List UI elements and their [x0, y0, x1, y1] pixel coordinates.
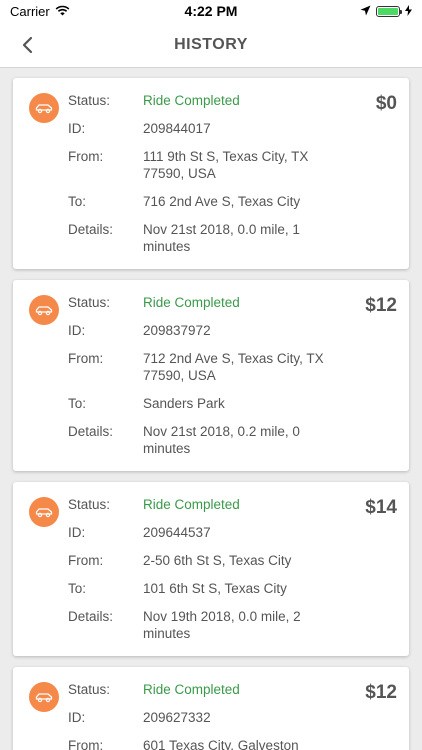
car-icon	[29, 93, 59, 123]
details-value: Nov 21st 2018, 0.0 mile, 1 minutes	[143, 222, 300, 254]
from-value: 601 Texas City, Galveston County	[143, 738, 299, 750]
page-title: HISTORY	[174, 35, 248, 53]
to-label: To:	[68, 194, 87, 209]
to-label: To:	[68, 396, 87, 411]
status-bar-left: Carrier	[10, 4, 70, 19]
status-label: Status:	[68, 295, 111, 310]
status-label: Status:	[68, 682, 111, 697]
status-bar-right	[360, 4, 412, 19]
status-bar: Carrier 4:22 PM	[0, 0, 422, 22]
to-value: 716 2nd Ave S, Texas City	[143, 194, 301, 209]
from-label: From:	[68, 738, 104, 750]
carrier-label: Carrier	[10, 3, 50, 19]
ride-card[interactable]: $12 Status: Ride Completed ID: 209837972 F…	[13, 280, 409, 471]
back-button[interactable]	[12, 30, 42, 60]
id-label: ID:	[68, 121, 86, 136]
ride-history-list[interactable]: $0 Status: Ride Completed ID: 209844017 Fr…	[0, 68, 422, 750]
details-value: Nov 21st 2018, 0.2 mile, 0 minutes	[143, 424, 300, 456]
ride-price: $12	[365, 682, 397, 703]
status-value: Ride Completed	[143, 682, 240, 697]
charging-bolt-icon	[405, 4, 412, 19]
ride-price: $12	[365, 295, 397, 316]
ride-card[interactable]: $0 Status: Ride Completed ID: 209844017 Fr…	[13, 78, 409, 269]
id-label: ID:	[68, 710, 86, 725]
to-value: Sanders Park	[143, 396, 225, 411]
details-label: Details:	[68, 424, 114, 439]
to-label: To:	[68, 581, 87, 596]
ride-price: $0	[375, 93, 397, 114]
from-value: 2-50 6th St S, Texas City	[143, 553, 292, 568]
from-label: From:	[68, 351, 104, 366]
chevron-left-icon	[22, 36, 33, 54]
id-label: ID:	[68, 323, 86, 338]
details-label: Details:	[68, 609, 114, 624]
status-value: Ride Completed	[143, 93, 240, 108]
location-arrow-icon	[360, 4, 371, 19]
car-icon	[29, 682, 59, 712]
from-value: 712 2nd Ave S, Texas City, TX 77590, USA	[143, 351, 324, 383]
from-label: From:	[68, 149, 104, 164]
to-value: 101 6th St S, Texas City	[143, 581, 287, 596]
battery-icon	[376, 5, 402, 17]
car-icon	[29, 295, 59, 325]
status-value: Ride Completed	[143, 497, 240, 512]
from-value: 111 9th St S, Texas City, TX 77590, USA	[143, 149, 309, 181]
car-icon	[29, 497, 59, 527]
wifi-icon	[55, 4, 70, 19]
nav-bar: HISTORY	[0, 22, 422, 68]
details-label: Details:	[68, 222, 114, 237]
ride-price: $14	[365, 497, 397, 518]
id-value: 209844017	[143, 121, 211, 136]
id-value: 209644537	[143, 525, 211, 540]
id-value: 209627332	[143, 710, 211, 725]
status-label: Status:	[68, 93, 111, 108]
ride-card[interactable]: $14 Status: Ride Completed ID: 209644537 F…	[13, 482, 409, 656]
details-value: Nov 19th 2018, 0.0 mile, 2 minutes	[143, 609, 301, 641]
from-label: From:	[68, 553, 104, 568]
status-label: Status:	[68, 497, 111, 512]
id-label: ID:	[68, 525, 86, 540]
id-value: 209837972	[143, 323, 211, 338]
ride-card[interactable]: $12 Status: Ride Completed ID: 209627332 F…	[13, 667, 409, 750]
status-value: Ride Completed	[143, 295, 240, 310]
